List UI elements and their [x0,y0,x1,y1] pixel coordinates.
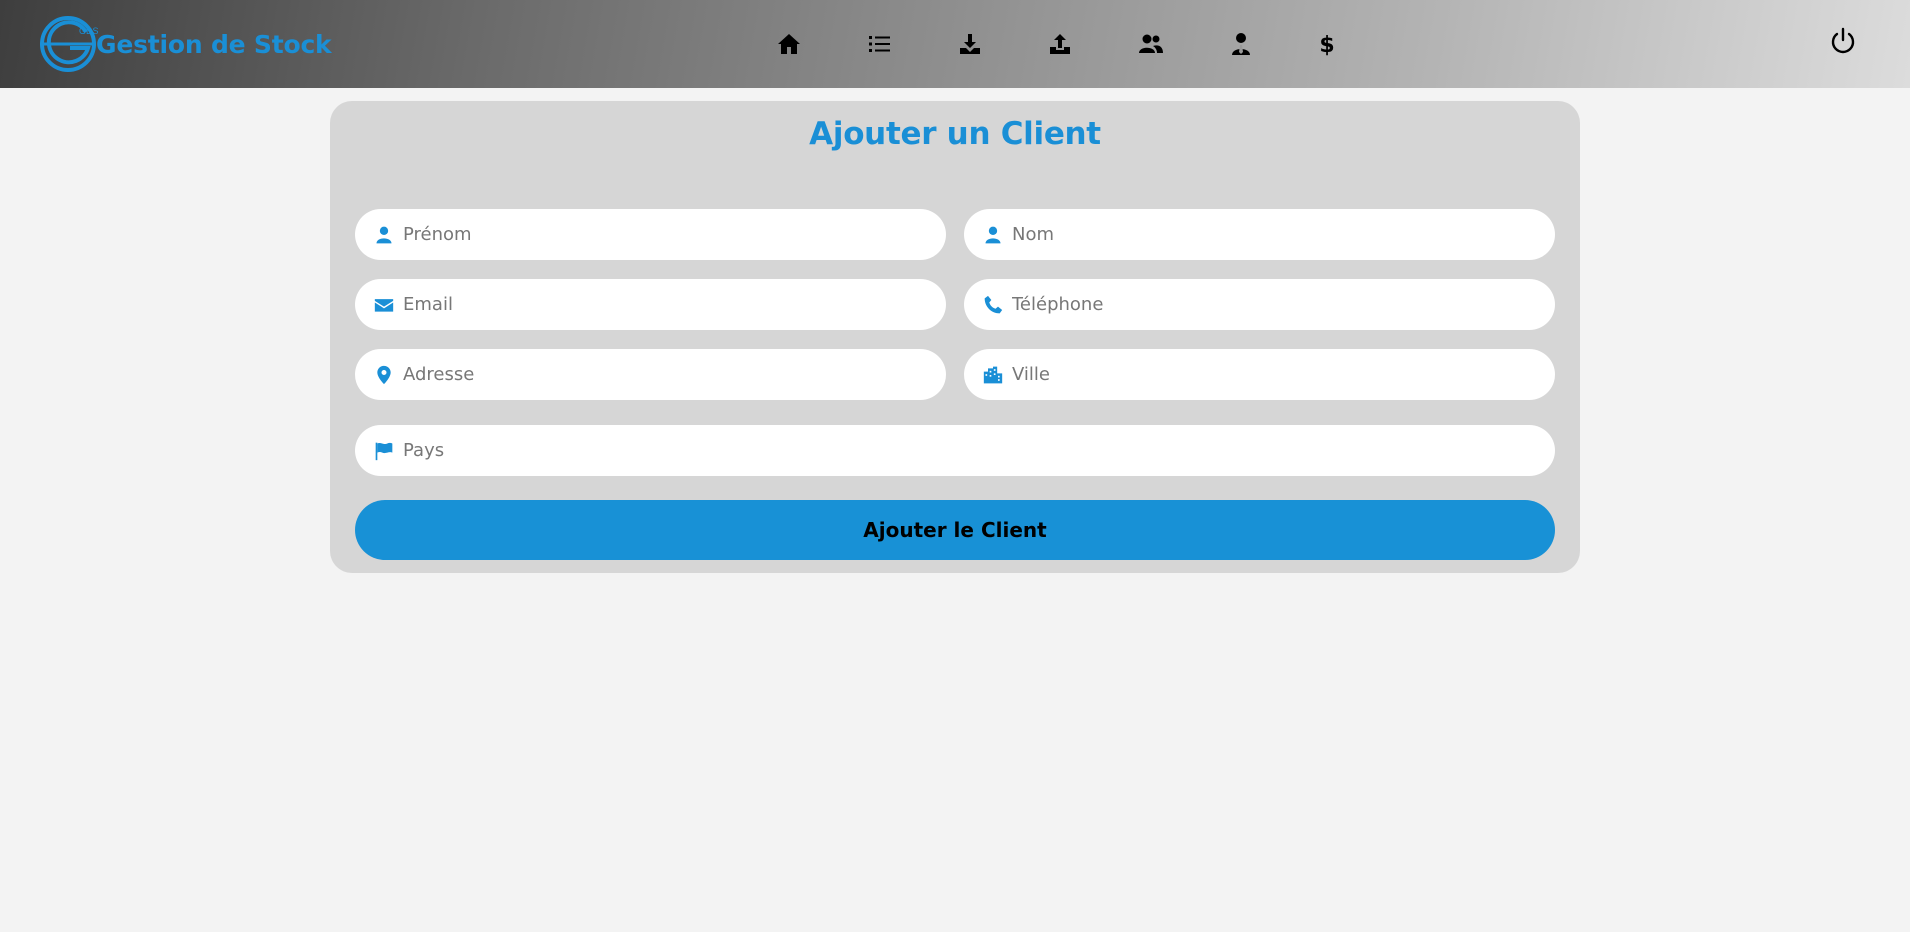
nav-home[interactable] [774,30,804,58]
nav-exits[interactable] [1045,30,1075,58]
city-icon [982,364,1004,386]
adresse-field[interactable] [355,349,946,400]
power-icon [1831,27,1855,54]
phone-icon [982,294,1004,316]
home-icon [778,34,800,54]
ville-field[interactable] [964,349,1555,400]
adresse-input[interactable] [403,364,919,385]
add-client-button[interactable]: Ajouter le Client [355,500,1555,560]
telephone-input[interactable] [1012,294,1528,315]
form-title: Ajouter un Client [809,116,1101,152]
svg-text:$: $ [1319,33,1334,56]
telephone-field[interactable] [964,279,1555,330]
nav-clients[interactable] [1136,30,1166,58]
map-pin-icon [373,364,395,386]
envelope-icon [373,294,395,316]
download-icon [960,34,980,54]
upload-icon [1050,34,1070,54]
nav-sales[interactable]: $ [1312,30,1342,58]
email-input[interactable] [403,294,919,315]
user-tie-icon [1232,33,1250,55]
email-field[interactable] [355,279,946,330]
flag-icon [373,440,395,462]
ville-input[interactable] [1012,364,1528,385]
nom-field[interactable] [964,209,1555,260]
nav-entries[interactable] [955,30,985,58]
nav-list[interactable] [865,30,895,58]
pays-field[interactable] [355,425,1555,476]
main-nav: $ [0,30,1910,58]
nom-input[interactable] [1012,224,1528,245]
top-navbar: GDS Gestion de Stock $ [0,0,1910,88]
list-icon [869,36,890,52]
users-icon [1139,34,1163,53]
pays-input[interactable] [403,440,1467,461]
user-icon [373,224,395,246]
prenom-field[interactable] [355,209,946,260]
nav-suppliers[interactable] [1226,30,1256,58]
prenom-input[interactable] [403,224,919,245]
logout-button[interactable] [1828,26,1858,56]
user-icon [982,224,1004,246]
dollar-icon: $ [1319,33,1334,56]
